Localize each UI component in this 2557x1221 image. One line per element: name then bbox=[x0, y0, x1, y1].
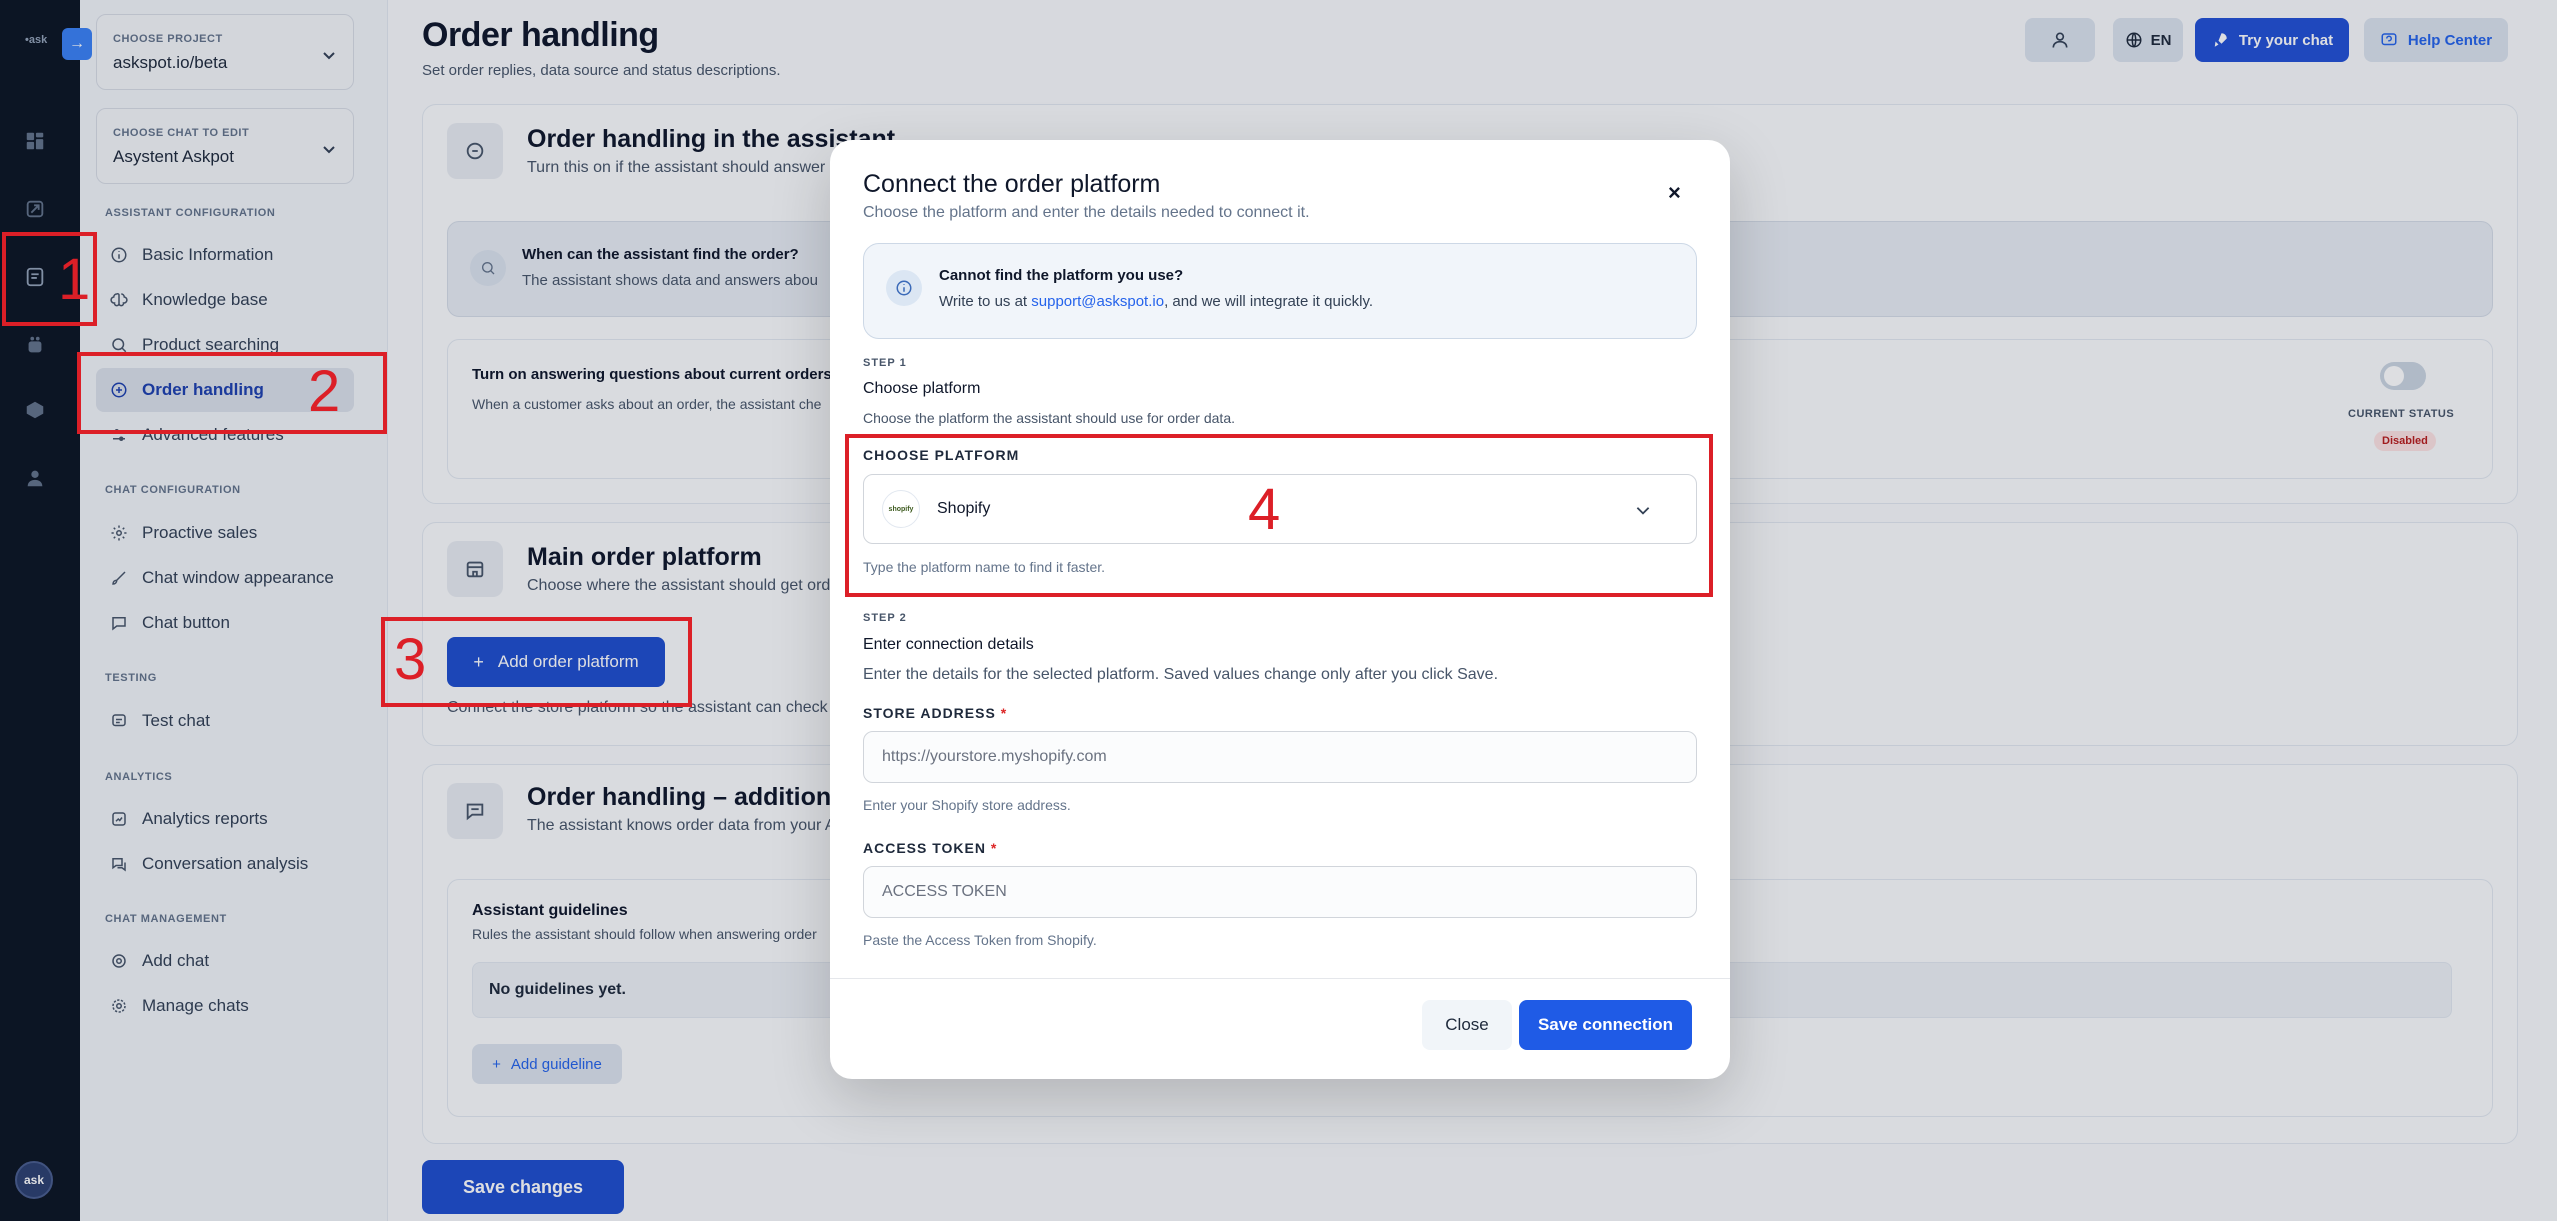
step2-caption: STEP 2 bbox=[863, 612, 907, 624]
store-address-hint: Enter your Shopify store address. bbox=[863, 797, 1071, 813]
store-address-field[interactable] bbox=[863, 731, 1697, 783]
close-button[interactable]: Close bbox=[1422, 1000, 1512, 1050]
step1-title: Choose platform bbox=[863, 380, 981, 397]
dialog-divider bbox=[830, 978, 1730, 979]
access-token-caption: ACCESS TOKEN * bbox=[863, 840, 998, 856]
annotation-box-3 bbox=[381, 617, 692, 707]
annotation-number-1: 1 bbox=[58, 247, 91, 312]
annotation-box-2 bbox=[77, 352, 387, 434]
dialog-subtitle: Choose the platform and enter the detail… bbox=[863, 204, 1310, 221]
annotation-number-3: 3 bbox=[394, 627, 427, 692]
step2-title: Enter connection details bbox=[863, 636, 1034, 653]
info-box: Cannot find the platform you use? Write … bbox=[863, 243, 1697, 339]
connect-platform-dialog: Connect the order platform Choose the pl… bbox=[830, 140, 1730, 1079]
annotation-number-2: 2 bbox=[308, 359, 341, 424]
dialog-title: Connect the order platform bbox=[863, 170, 1161, 198]
access-token-hint: Paste the Access Token from Shopify. bbox=[863, 932, 1097, 948]
access-token-input[interactable] bbox=[864, 867, 1696, 917]
store-address-input[interactable] bbox=[864, 732, 1696, 782]
save-connection-button[interactable]: Save connection bbox=[1519, 1000, 1692, 1050]
support-email-link[interactable]: support@askspot.io bbox=[1031, 293, 1164, 310]
info-text: Write to us at support@askspot.io, and w… bbox=[939, 293, 1374, 310]
annotation-number-4: 4 bbox=[1248, 477, 1281, 542]
access-token-field[interactable] bbox=[863, 866, 1697, 918]
step1-text: Choose the platform the assistant should… bbox=[863, 410, 1235, 426]
step2-text: Enter the details for the selected platf… bbox=[863, 666, 1499, 683]
close-icon[interactable]: × bbox=[1668, 180, 1681, 206]
info-icon bbox=[886, 270, 922, 306]
info-title: Cannot find the platform you use? bbox=[939, 267, 1184, 284]
step1-caption: STEP 1 bbox=[863, 357, 907, 369]
store-address-caption: STORE ADDRESS * bbox=[863, 705, 1008, 721]
